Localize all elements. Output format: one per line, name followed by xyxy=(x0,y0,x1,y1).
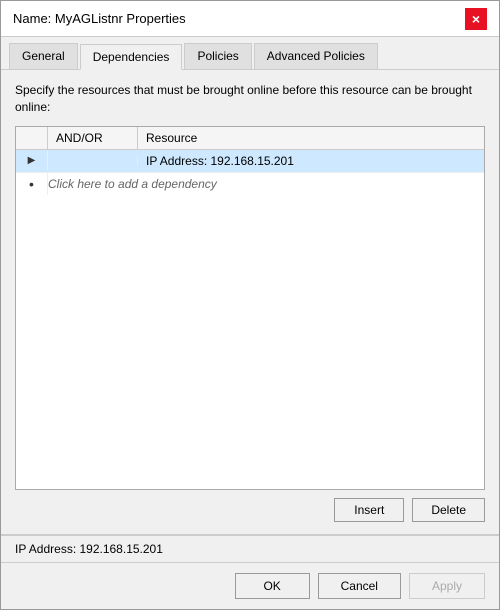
header-resource: Resource xyxy=(138,127,484,149)
tab-general[interactable]: General xyxy=(9,43,78,69)
tab-advanced-policies[interactable]: Advanced Policies xyxy=(254,43,378,69)
bottom-buttons: OK Cancel Apply xyxy=(1,562,499,609)
header-andor: AND/OR xyxy=(48,127,138,149)
properties-dialog: Name: MyAGListnr Properties × General De… xyxy=(0,0,500,610)
tab-dependencies[interactable]: Dependencies xyxy=(80,44,183,70)
status-bar: IP Address: 192.168.15.201 xyxy=(1,535,499,562)
status-text: IP Address: 192.168.15.201 xyxy=(15,542,163,556)
row-arrow-icon: ▶ xyxy=(16,151,48,170)
add-row-icon: • xyxy=(16,173,48,195)
header-icon-col xyxy=(16,127,48,149)
table-header: AND/OR Resource xyxy=(16,127,484,150)
insert-button[interactable]: Insert xyxy=(334,498,404,522)
add-dependency-row[interactable]: • Click here to add a dependency xyxy=(16,173,484,195)
table-body: ▶ IP Address: 192.168.15.201 • Click her… xyxy=(16,150,484,489)
table-actions: Insert Delete xyxy=(15,498,485,522)
dialog-title: Name: MyAGListnr Properties xyxy=(13,11,186,26)
dialog-body: Specify the resources that must be broug… xyxy=(1,70,499,534)
title-bar: Name: MyAGListnr Properties × xyxy=(1,1,499,37)
cancel-button[interactable]: Cancel xyxy=(318,573,401,599)
table-row[interactable]: ▶ IP Address: 192.168.15.201 xyxy=(16,150,484,173)
tab-policies[interactable]: Policies xyxy=(184,43,251,69)
row-andor xyxy=(48,157,138,165)
row-resource: IP Address: 192.168.15.201 xyxy=(138,150,484,172)
tab-bar: General Dependencies Policies Advanced P… xyxy=(1,37,499,70)
dependencies-table: AND/OR Resource ▶ IP Address: 192.168.15… xyxy=(15,126,485,490)
apply-button: Apply xyxy=(409,573,485,599)
ok-button[interactable]: OK xyxy=(235,573,310,599)
description-text: Specify the resources that must be broug… xyxy=(15,82,485,116)
delete-button[interactable]: Delete xyxy=(412,498,485,522)
close-button[interactable]: × xyxy=(465,8,487,30)
add-row-text[interactable]: Click here to add a dependency xyxy=(48,173,484,195)
